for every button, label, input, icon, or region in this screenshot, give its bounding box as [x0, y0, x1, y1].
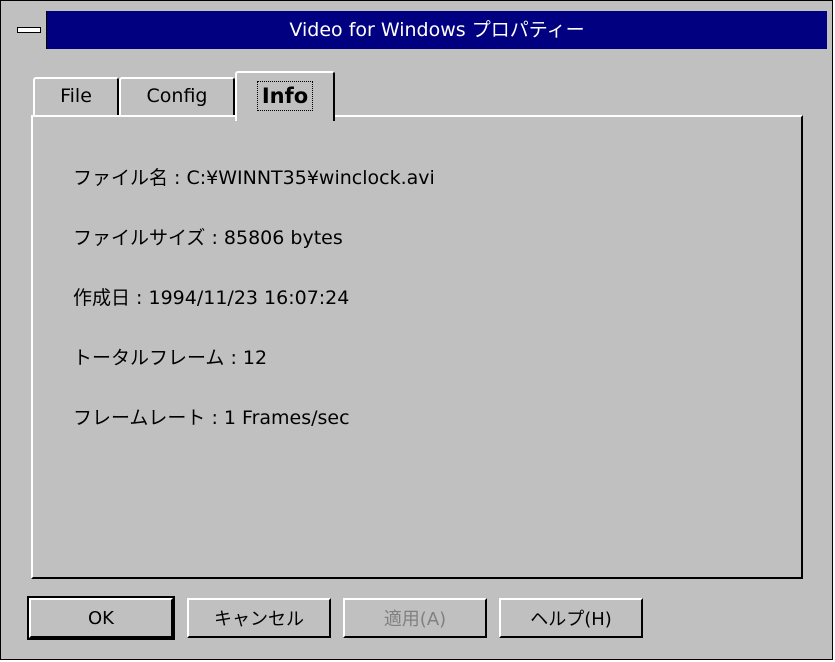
- cancel-button[interactable]: キャンセル: [187, 598, 331, 638]
- system-menu-button[interactable]: [11, 11, 47, 49]
- total-frames-text: トータルフレーム : 12: [73, 347, 268, 369]
- tab-info-label: Info: [256, 81, 314, 111]
- ok-button[interactable]: OK: [27, 596, 175, 640]
- frame-rate-text: フレームレート : 1 Frames/sec: [73, 407, 350, 429]
- file-size-text: ファイルサイズ : 85806 bytes: [73, 227, 343, 249]
- info-panel: ファイル名 : C:¥WINNT35¥winclock.avi ファイルサイズ …: [31, 115, 803, 579]
- tab-info[interactable]: Info: [235, 71, 335, 121]
- creation-date-text: 作成日 : 1994/11/23 16:07:24: [73, 287, 350, 309]
- system-menu-icon: [17, 27, 41, 33]
- title-bar[interactable]: Video for Windows プロパティー: [11, 11, 827, 49]
- tab-file[interactable]: File: [33, 77, 119, 115]
- file-name-text: ファイル名 : C:¥WINNT35¥winclock.avi: [73, 167, 435, 189]
- help-button[interactable]: ヘルプ(H): [499, 598, 643, 638]
- tab-config[interactable]: Config: [119, 77, 235, 115]
- apply-button[interactable]: 適用(A): [343, 598, 487, 638]
- properties-window: Video for Windows プロパティー File Config Inf…: [0, 0, 833, 660]
- window-title: Video for Windows プロパティー: [289, 19, 585, 41]
